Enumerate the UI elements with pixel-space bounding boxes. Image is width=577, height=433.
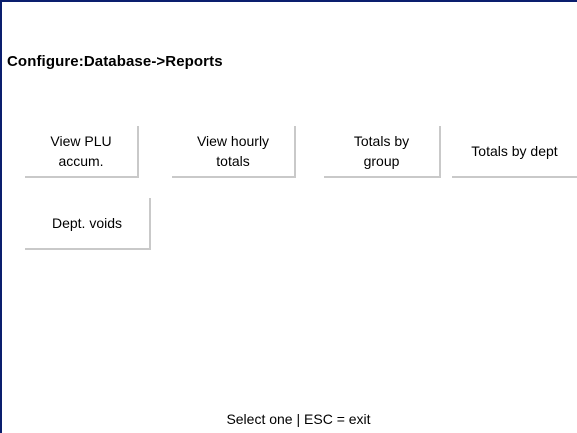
- dept-voids-label: Dept. voids: [51, 215, 123, 231]
- view-hourly-totals-button[interactable]: View hourly totals: [172, 126, 296, 178]
- totals-by-group-button[interactable]: Totals by group: [324, 126, 441, 178]
- reports-screen: Configure:Database->Reports View PLU acc…: [0, 0, 577, 433]
- view-plu-accum-button[interactable]: View PLU accum.: [25, 126, 139, 178]
- window-border-top: [0, 0, 577, 2]
- view-plu-accum-label: View PLU accum.: [50, 133, 112, 169]
- page-title: Configure:Database->Reports: [7, 53, 223, 70]
- totals-by-dept-label: Totals by dept: [471, 143, 558, 159]
- status-bar-text: Select one | ESC = exit: [226, 411, 371, 427]
- totals-by-group-label: Totals by group: [353, 133, 410, 169]
- window-border-left: [0, 0, 2, 433]
- dept-voids-button[interactable]: Dept. voids: [25, 198, 151, 250]
- view-hourly-totals-label: View hourly totals: [196, 133, 270, 169]
- totals-by-dept-button[interactable]: Totals by dept: [452, 126, 577, 178]
